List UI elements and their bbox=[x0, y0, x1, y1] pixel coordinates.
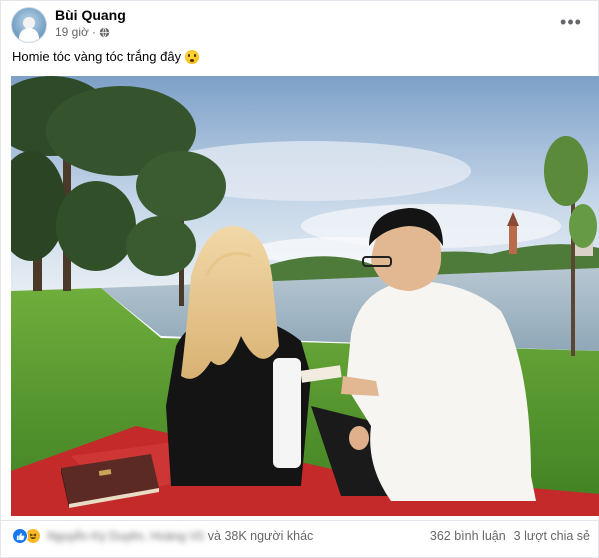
comment-count[interactable]: 362 bình luận bbox=[430, 529, 506, 543]
post-photo[interactable] bbox=[11, 76, 599, 516]
post-card: Bùi Quang 19 giờ · ••• Homie tóc vàng tó… bbox=[0, 0, 599, 558]
reaction-others-count: và 38K người khác bbox=[207, 529, 314, 543]
reaction-summary[interactable]: Nguyễn Kỳ Duyên, Hoàng Vũ và 38K người k… bbox=[12, 528, 313, 544]
share-count[interactable]: 3 lượt chia sẻ bbox=[514, 529, 590, 543]
reaction-names: Nguyễn Kỳ Duyên, Hoàng Vũ bbox=[47, 529, 204, 543]
post-time[interactable]: 19 giờ bbox=[55, 25, 89, 39]
engagement-stats: 362 bình luận 3 lượt chia sẻ bbox=[430, 529, 590, 543]
post-header: Bùi Quang 19 giờ · ••• bbox=[11, 7, 588, 43]
post-footer: Nguyễn Kỳ Duyên, Hoàng Vũ và 38K người k… bbox=[1, 520, 599, 552]
meta-separator: · bbox=[91, 25, 96, 39]
like-icon bbox=[12, 528, 28, 544]
post-caption: Homie tóc vàng tóc trắng đây bbox=[12, 49, 200, 64]
caption-text: Homie tóc vàng tóc trắng đây bbox=[12, 49, 182, 64]
more-options-icon[interactable]: ••• bbox=[558, 9, 584, 35]
photo-scene bbox=[11, 76, 599, 516]
surprised-emoji-icon bbox=[185, 49, 200, 64]
tower bbox=[509, 226, 517, 254]
post-meta: 19 giờ · bbox=[55, 25, 110, 39]
globe-icon[interactable] bbox=[99, 27, 110, 38]
avatar[interactable] bbox=[11, 7, 47, 43]
author-name[interactable]: Bùi Quang bbox=[55, 7, 126, 23]
